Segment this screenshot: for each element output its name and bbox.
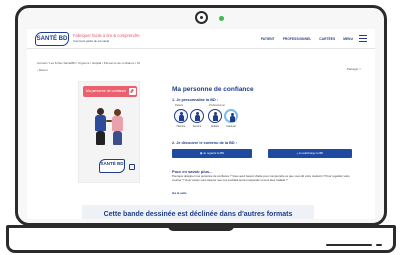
option-woman-label: Femme <box>192 125 202 128</box>
cover-banner-title: Ma personne de confiance <box>86 89 126 93</box>
option-wheelchair-label: Fauteuil <box>226 125 236 128</box>
laptop-screen: SANTÉ BD Fabriquer facile à lire & compr… <box>27 29 375 219</box>
more-info-text: Pourquoi désigner une personne de confia… <box>172 174 350 182</box>
page-title: Ma personne de confiance <box>172 86 254 93</box>
professional-label: Professionnel <box>209 104 225 107</box>
formats-title: Cette bande dessinée est déclinée dans d… <box>103 211 293 218</box>
read-comic-label: Je regarde la BD <box>203 151 225 155</box>
cover-banner: Ma personne de confiance <box>83 86 137 97</box>
nav-patient[interactable]: PATIENT <box>261 37 275 41</box>
download-comic-button[interactable]: ⤓ Je télécharge la BD <box>268 149 352 158</box>
step1-heading: 1. Je personnalise la BD : <box>172 98 219 102</box>
read-comic-button[interactable]: ◉ Je regarde la BD <box>172 149 252 158</box>
share-button[interactable]: Partager < <box>347 67 361 71</box>
laptop-notch <box>168 225 234 231</box>
main-nav: PATIENT PROFESSIONNEL CARTÉES MENU <box>261 37 353 41</box>
share-label: Partager <box>346 67 359 71</box>
option-man[interactable] <box>174 109 188 123</box>
nav-menu[interactable]: MENU <box>343 37 353 41</box>
share-icon: < <box>359 67 361 71</box>
option-child[interactable] <box>208 109 222 123</box>
breadcrumb[interactable]: Accueil / Les fiches SantéBD / Urgence /… <box>37 61 140 65</box>
comic-cover[interactable]: Ma personne de confiance SANTÉ BD <box>78 81 140 183</box>
accessibility-badge-icon <box>129 164 135 170</box>
site-header: SANTÉ BD Fabriquer facile à lire & compr… <box>27 29 375 49</box>
cover-logo: SANTÉ BD <box>99 159 125 173</box>
option-woman[interactable] <box>190 109 204 123</box>
back-link[interactable]: ‹ Retour <box>37 68 48 72</box>
nav-professional[interactable]: PROFESSIONNEL <box>283 37 312 41</box>
laptop-illustration: SANTÉ BD Fabriquer facile à lire & compr… <box>0 0 402 255</box>
patient-label: Patient <box>175 104 184 107</box>
step2-heading: 2. Je découvre le contenu de la BD : <box>172 141 237 145</box>
nav-maps[interactable]: CARTÉES <box>319 37 335 41</box>
option-man-label: Homme <box>176 125 186 128</box>
laptop-detail-dot <box>376 244 382 246</box>
site-subtagline: Comment parler de ma santé <box>73 39 110 43</box>
laptop-detail-line <box>326 244 372 246</box>
download-comic-label: Je télécharge la BD <box>298 151 324 155</box>
option-wheelchair[interactable] <box>224 109 238 123</box>
hamburger-menu-icon[interactable] <box>359 35 367 42</box>
read-more-link[interactable]: lire la suite <box>172 191 187 195</box>
formats-section: Cette bande dessinée est déclinée dans d… <box>82 205 314 219</box>
site-logo[interactable]: SANTÉ BD <box>35 32 69 46</box>
webcam-icon <box>195 11 208 24</box>
power-led <box>219 16 224 21</box>
site-tagline: Fabriquer facile à lire & comprendre <box>73 33 140 38</box>
option-child-label: Enfant <box>211 125 219 128</box>
pencil-icon <box>129 88 136 95</box>
